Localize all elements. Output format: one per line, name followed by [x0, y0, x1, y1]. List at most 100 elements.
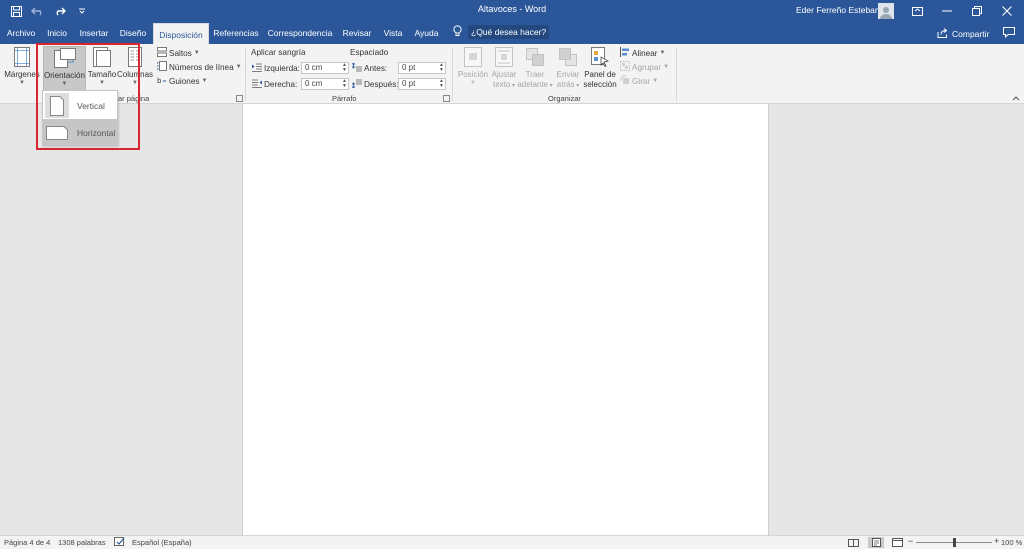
spinner-arrows-icon[interactable]: ▲ ▼: [439, 63, 444, 73]
minimize-icon[interactable]: [936, 2, 958, 20]
line-numbers-icon: [157, 61, 167, 73]
page-count[interactable]: Página 4 de 4: [4, 538, 50, 547]
tab-vista[interactable]: Vista: [379, 22, 407, 44]
avatar[interactable]: [878, 3, 894, 19]
breaks-icon: [157, 47, 167, 59]
collapse-ribbon-icon[interactable]: [1012, 94, 1020, 103]
language[interactable]: Español (España): [132, 538, 192, 547]
indent-right-input[interactable]: 0 cm ▲ ▼: [301, 78, 349, 90]
orientation-option-vertical[interactable]: Vertical: [43, 92, 117, 119]
send-backward-label: Enviar atrás ▾: [556, 70, 580, 89]
size-button[interactable]: Tamaño ▼: [87, 46, 117, 96]
spinner-arrows-icon[interactable]: ▲ ▼: [439, 79, 444, 89]
orientation-option-horizontal[interactable]: Horizontal: [43, 119, 117, 146]
tell-me-input[interactable]: ¿Qué desea hacer?: [468, 25, 550, 39]
svg-text:b: b: [157, 77, 162, 85]
align-label: Alinear: [632, 48, 658, 58]
arrange-group-label: Organizar: [548, 94, 581, 103]
restore-icon[interactable]: [966, 2, 988, 20]
tab-archivo[interactable]: Archivo: [2, 22, 40, 44]
breaks-label: Saltos: [169, 48, 192, 58]
ribbon: Márgenes ▼ Orientación ▼ Tamaño ▼ Column…: [0, 44, 1024, 104]
share-button[interactable]: Compartir: [937, 28, 989, 40]
margins-icon: [14, 46, 30, 68]
tab-correspondencia[interactable]: Correspondencia: [265, 22, 335, 44]
indent-left-input[interactable]: 0 cm ▲ ▼: [301, 62, 349, 74]
chevron-down-icon: ▼: [652, 78, 659, 84]
ribbon-display-options-icon[interactable]: [906, 2, 928, 20]
tab-ayuda[interactable]: Ayuda: [410, 22, 443, 44]
hyphenation-button[interactable]: b Guiones ▼: [157, 75, 207, 87]
rotate-label: Girar: [632, 76, 651, 86]
document-page[interactable]: [242, 104, 769, 535]
wrap-text-button[interactable]: Ajustar texto ▾: [489, 46, 519, 96]
line-numbers-button[interactable]: Números de línea ▼: [157, 61, 242, 73]
bring-forward-label: Traer adelante ▾: [517, 70, 553, 89]
size-label: Tamaño: [87, 70, 117, 79]
tab-diseno[interactable]: Diseño: [115, 22, 151, 44]
spacing-after-input[interactable]: 0 pt ▲ ▼: [398, 78, 446, 90]
portrait-page-icon: [45, 93, 69, 118]
share-icon: [937, 28, 948, 40]
user-name[interactable]: Eder Ferreño Esteban: [796, 5, 880, 15]
spinner-arrows-icon[interactable]: ▲ ▼: [342, 79, 347, 89]
ribbon-tab-bar: Archivo Inicio Insertar Diseño Disposici…: [0, 22, 1024, 44]
send-backward-button[interactable]: Enviar atrás ▾: [554, 46, 582, 96]
bring-forward-button[interactable]: Traer adelante ▾: [517, 46, 553, 96]
orientation-menu: Vertical Horizontal: [42, 90, 118, 146]
comments-icon[interactable]: [1003, 27, 1015, 40]
bring-forward-icon: [526, 46, 544, 68]
breaks-button[interactable]: Saltos ▼: [157, 47, 200, 59]
zoom-out-icon[interactable]: −: [908, 536, 913, 546]
tell-me-search[interactable]: ¿Qué desea hacer?: [453, 25, 550, 39]
zoom-level[interactable]: 100 %: [1001, 538, 1022, 547]
position-button[interactable]: Posición ▼: [456, 46, 490, 96]
word-count[interactable]: 1308 palabras: [58, 538, 106, 547]
paragraph-launcher-icon[interactable]: [443, 95, 450, 102]
align-button[interactable]: Alinear ▼: [620, 47, 665, 59]
rotate-button[interactable]: Girar ▼: [620, 75, 658, 87]
chevron-down-icon: ▼: [99, 80, 105, 86]
zoom-in-icon[interactable]: +: [994, 536, 999, 546]
paragraph-group-label: Párrafo: [332, 94, 357, 103]
chevron-down-icon: ▼: [235, 64, 242, 70]
web-layout-icon[interactable]: [889, 537, 905, 548]
chevron-down-icon: ▼: [201, 78, 208, 84]
tab-referencias[interactable]: Referencias: [211, 22, 261, 44]
tab-insertar[interactable]: Insertar: [74, 22, 114, 44]
columns-button[interactable]: Columnas ▼: [117, 46, 153, 96]
indent-left-icon: [252, 63, 262, 74]
group-separator: [676, 47, 677, 101]
close-icon[interactable]: [996, 2, 1018, 20]
page-size-icon: [93, 46, 111, 68]
orientation-button[interactable]: Orientación ▼: [43, 46, 86, 96]
zoom-slider-thumb[interactable]: [953, 538, 956, 547]
chevron-down-icon: ▼: [659, 50, 666, 56]
indent-right-label: Derecha:: [252, 79, 297, 90]
group-button[interactable]: Agrupar ▼: [620, 61, 669, 73]
selection-pane-button[interactable]: Panel de selección: [582, 46, 618, 96]
proofing-icon[interactable]: [114, 537, 125, 549]
spacing-before-input[interactable]: 0 pt ▲ ▼: [398, 62, 446, 74]
landscape-page-icon: [45, 120, 69, 145]
margins-button[interactable]: Márgenes ▼: [4, 46, 40, 96]
redo-icon[interactable]: [50, 3, 70, 19]
customize-qat-icon[interactable]: [72, 3, 92, 19]
tab-disposicion[interactable]: Disposición: [153, 23, 209, 44]
title-bar: Altavoces - Word Eder Ferreño Esteban: [0, 0, 1024, 22]
chevron-down-icon: ▼: [193, 50, 200, 56]
send-backward-icon: [559, 46, 577, 68]
tab-revisar[interactable]: Revisar: [339, 22, 375, 44]
undo-icon[interactable]: [28, 3, 48, 19]
page-setup-launcher-icon[interactable]: [236, 95, 243, 102]
orientation-label: Orientación: [44, 71, 85, 80]
orientation-icon: [53, 47, 76, 69]
spinner-arrows-icon[interactable]: ▲ ▼: [342, 63, 347, 73]
tab-inicio[interactable]: Inicio: [41, 22, 73, 44]
read-mode-icon[interactable]: [845, 537, 861, 548]
print-layout-icon[interactable]: [868, 537, 884, 548]
chevron-down-icon: ▼: [470, 80, 476, 86]
columns-icon: [128, 46, 142, 68]
save-icon[interactable]: [6, 3, 26, 19]
position-icon: [464, 46, 482, 68]
